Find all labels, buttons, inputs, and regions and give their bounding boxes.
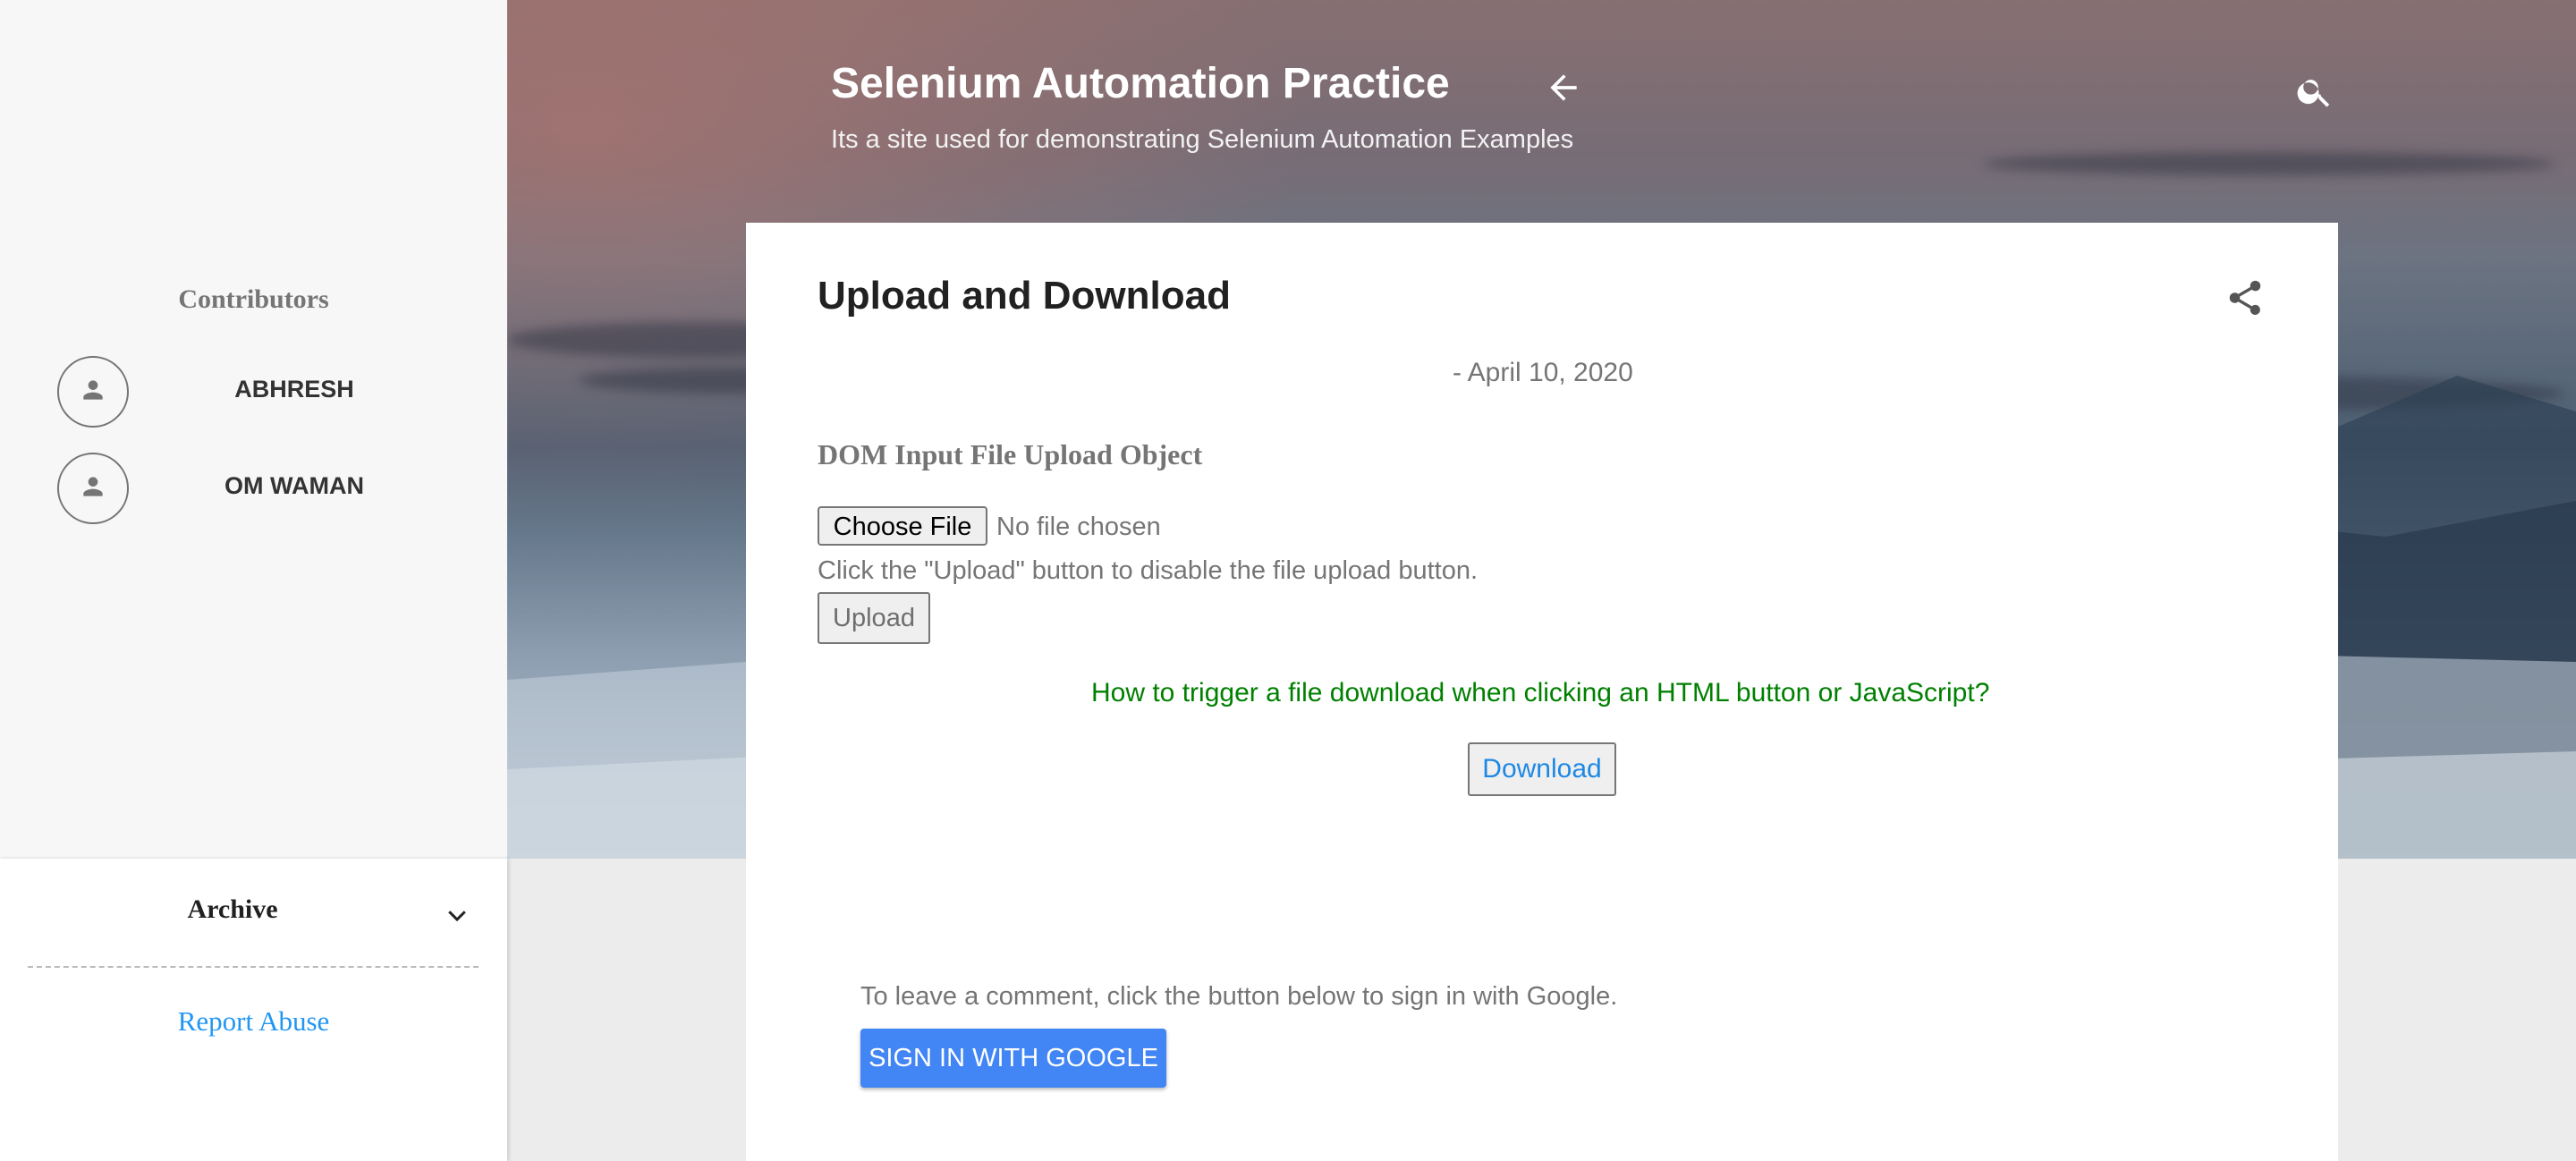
share-icon[interactable] bbox=[2224, 277, 2266, 323]
report-abuse-link[interactable]: Report Abuse bbox=[0, 1005, 507, 1038]
upload-instruction: Click the "Upload" button to disable the… bbox=[818, 556, 1479, 585]
sidebar bbox=[0, 0, 507, 859]
person-icon[interactable] bbox=[57, 356, 129, 428]
post-date: - April 10, 2020 bbox=[1453, 358, 1633, 387]
contributor-item[interactable]: ABHRESH bbox=[57, 356, 451, 428]
contributor-name[interactable]: OM WAMAN bbox=[182, 472, 406, 500]
back-arrow-icon[interactable] bbox=[1544, 68, 1583, 112]
divider bbox=[28, 966, 479, 968]
contributors-title: Contributors bbox=[178, 284, 329, 314]
site-description: Its a site used for demonstrating Seleni… bbox=[831, 125, 1574, 154]
search-icon[interactable] bbox=[2295, 72, 2334, 115]
download-question-text: How to trigger a file download when clic… bbox=[1091, 678, 1990, 708]
site-title[interactable]: Selenium Automation Practice bbox=[831, 59, 1450, 108]
contributor-item[interactable]: OM WAMAN bbox=[57, 453, 451, 524]
upload-button[interactable]: Upload bbox=[818, 592, 930, 644]
person-icon[interactable] bbox=[57, 453, 129, 524]
chevron-down-icon[interactable] bbox=[444, 902, 470, 933]
section-heading: DOM Input File Upload Object bbox=[818, 438, 1203, 470]
archive-title[interactable]: Archive bbox=[0, 894, 465, 925]
choose-file-button[interactable]: Choose File bbox=[818, 506, 987, 546]
download-button[interactable]: Download bbox=[1468, 742, 1616, 796]
contributor-name[interactable]: ABHRESH bbox=[182, 376, 406, 403]
post-title[interactable]: Upload and Download bbox=[818, 274, 1231, 318]
comment-hint: To leave a comment, click the button bel… bbox=[860, 982, 1618, 1011]
file-status-text: No file chosen bbox=[996, 513, 1161, 541]
sign-in-with-google-button[interactable]: SIGN IN WITH GOOGLE bbox=[860, 1029, 1166, 1088]
